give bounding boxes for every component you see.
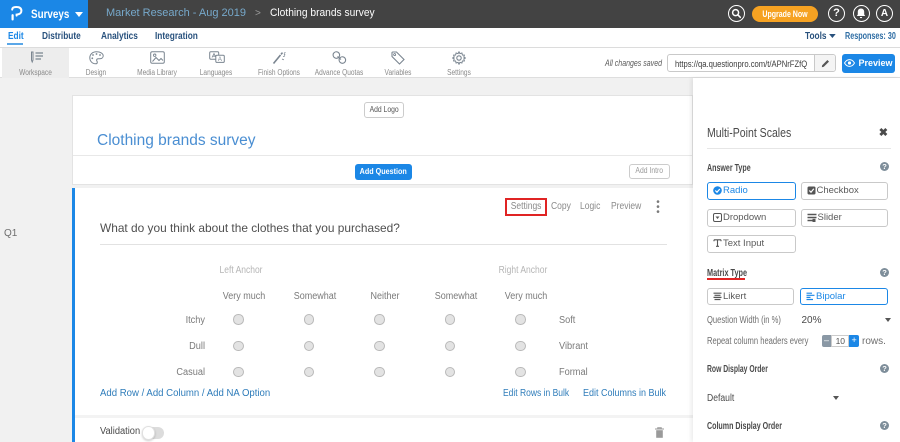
- svg-text:A: A: [218, 57, 222, 63]
